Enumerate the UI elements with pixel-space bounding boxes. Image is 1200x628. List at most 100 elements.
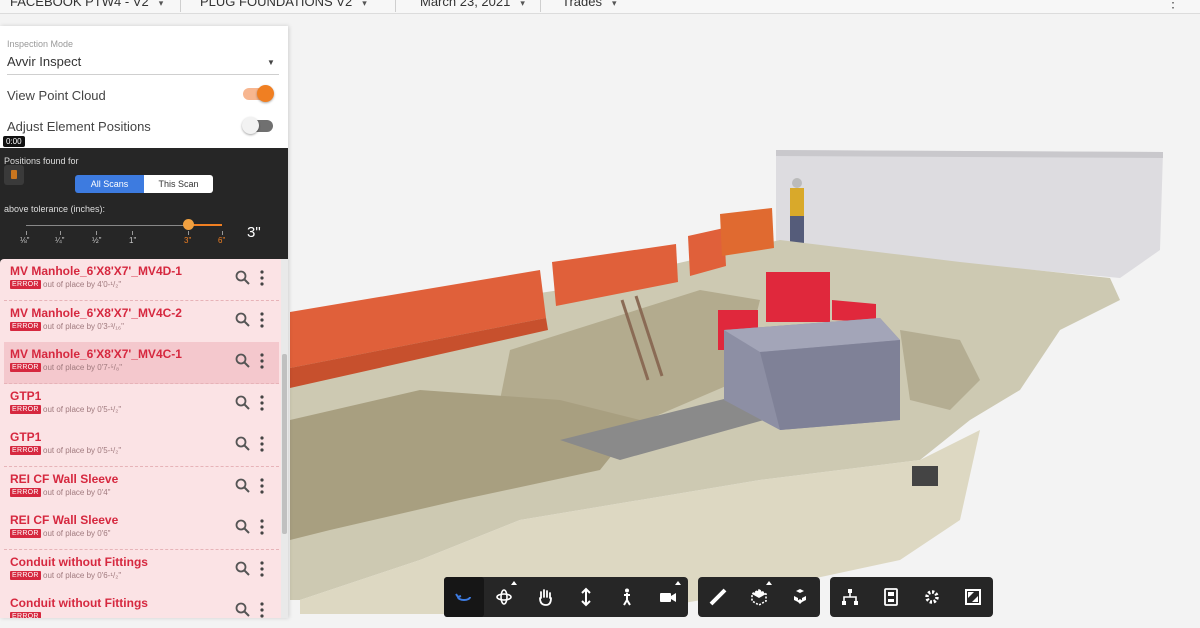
toggle-knob <box>242 117 259 134</box>
tab-all-scans[interactable]: All Scans <box>75 175 144 193</box>
more-vert-icon[interactable] <box>259 311 265 329</box>
element-name: MV Manhole_6'X8'X7'_MV4C-2 <box>10 305 182 320</box>
element-name: Conduit without Fittings <box>10 554 148 569</box>
list-item[interactable]: MV Manhole_6'X8'X7'_MV4C-1 ERROR out of pl… <box>4 342 279 384</box>
timestamp-badge: 0:00 <box>3 136 25 147</box>
tab-this-scan[interactable]: This Scan <box>144 175 213 193</box>
pan-button[interactable] <box>525 577 565 617</box>
zoom-to-icon[interactable] <box>235 602 250 617</box>
section-box-button[interactable] <box>739 577 779 617</box>
date-selector[interactable]: March 23, 2021 ▾ <box>420 0 525 9</box>
element-detail: out of place by 4'0-¹/₂" <box>43 280 122 289</box>
more-vert-icon[interactable] <box>259 394 265 412</box>
measure-button[interactable] <box>698 577 738 617</box>
barrier-right <box>720 208 774 256</box>
list-item[interactable]: MV Manhole_6'X8'X7'_MV4D-1 ERROR out of pl… <box>4 259 279 301</box>
list-item[interactable]: MV Manhole_6'X8'X7'_MV4C-2 ERROR out of pl… <box>4 300 279 343</box>
inspection-mode-select[interactable]: Avvir Inspect <box>7 54 81 69</box>
status-badge: ERROR <box>10 612 41 618</box>
rotate-3d-icon <box>496 589 512 605</box>
slider-tick <box>222 231 223 235</box>
zoom-to-icon[interactable] <box>235 353 250 368</box>
list-item[interactable]: GTP1 ERROR out of place by 0'5-¹/₂" <box>4 425 279 467</box>
tick-label: 3" <box>184 236 192 245</box>
orbit-rotate-button[interactable] <box>444 577 484 617</box>
more-vert-icon[interactable] <box>259 601 265 618</box>
zoom-to-icon[interactable] <box>235 561 250 576</box>
properties-button[interactable] <box>871 577 911 617</box>
explode-button[interactable] <box>780 577 820 617</box>
inspection-mode-label: Inspection Mode <box>7 39 74 49</box>
tick-label: ¼" <box>55 236 65 245</box>
more-vert-icon[interactable] <box>259 435 265 453</box>
model-tree-icon <box>842 589 858 605</box>
list-item[interactable]: GTP1 ERROR out of place by 0'5-¹/₂" <box>4 383 279 426</box>
element-detail: out of place by 0'6-¹/₂" <box>43 570 122 580</box>
element-name: GTP1 <box>10 430 42 444</box>
scrollbar-thumb[interactable] <box>282 354 287 534</box>
status-badge: ERROR <box>10 570 41 580</box>
project-selector[interactable]: FACEBOOK PTW4 - V2 ▾ <box>10 0 163 9</box>
element-detail: out of place by 0'5-¹/₂" <box>43 404 122 414</box>
view-selector[interactable]: Trades ▾ <box>562 0 617 9</box>
element-list: MV Manhole_6'X8'X7'_MV4D-1 ERROR out of pl… <box>0 259 281 618</box>
status-badge: ERROR <box>10 487 41 497</box>
zoom-to-icon[interactable] <box>235 436 250 451</box>
zoom-to-icon[interactable] <box>235 395 250 410</box>
fullscreen-button[interactable] <box>953 577 993 617</box>
list-item[interactable]: REI CF Wall Sleeve ERROR out of place by 0… <box>4 466 279 509</box>
element-name: GTP1 <box>10 388 42 403</box>
view-point-cloud-label: View Point Cloud <box>7 88 106 103</box>
element-detail: out of place by 0'3-³/₁₆" <box>43 321 124 331</box>
properties-icon <box>884 588 898 606</box>
status-badge: ERROR <box>10 529 41 538</box>
status-badge: ERROR <box>10 404 41 414</box>
settings-toolbar <box>830 577 993 617</box>
camera-button[interactable] <box>648 577 688 617</box>
zoom-to-icon[interactable] <box>235 312 250 327</box>
view-point-cloud-toggle[interactable] <box>243 85 274 102</box>
vertical-move-button[interactable] <box>566 577 606 617</box>
zoom-to-icon[interactable] <box>235 519 250 534</box>
adjust-positions-toggle[interactable] <box>242 117 273 134</box>
chevron-down-icon[interactable]: ▼ <box>267 58 275 67</box>
camera-icon <box>660 593 676 602</box>
element-detail: out of place by 0'5-¹/₂" <box>43 446 122 455</box>
divider <box>180 0 181 12</box>
element-name: REI CF Wall Sleeve <box>10 471 119 486</box>
chevron-down-icon: ▾ <box>611 0 617 8</box>
zoom-to-icon[interactable] <box>235 478 250 493</box>
slider-tick <box>26 231 27 235</box>
list-scrollbar[interactable] <box>281 259 288 618</box>
status-badge: ERROR <box>10 321 41 331</box>
model-tree-button[interactable] <box>830 577 870 617</box>
app-logo-icon <box>4 165 24 185</box>
more-vert-icon[interactable] <box>259 560 265 578</box>
zoom-to-icon[interactable] <box>235 270 250 285</box>
pan-hand-icon <box>539 589 552 606</box>
more-vert-icon[interactable] <box>259 352 265 370</box>
settings-button[interactable] <box>912 577 952 617</box>
more-vert-icon[interactable] <box>259 518 265 536</box>
submenu-indicator <box>675 581 681 585</box>
element-name: MV Manhole_6'X8'X7'_MV4D-1 <box>10 264 182 278</box>
settings-gear-icon <box>925 590 939 604</box>
list-item[interactable]: Conduit without Fittings ERROR <box>4 591 279 618</box>
more-vert-icon[interactable]: ⋮ <box>1166 0 1180 11</box>
divider <box>395 0 396 12</box>
more-vert-icon[interactable] <box>259 477 265 495</box>
tolerance-label: above tolerance (inches): <box>4 204 106 214</box>
slider-tick <box>60 231 61 235</box>
explode-cubes-icon <box>794 589 806 604</box>
list-item[interactable]: REI CF Wall Sleeve ERROR out of place by 0… <box>4 508 279 550</box>
more-vert-icon[interactable] <box>259 269 265 287</box>
rotate-3d-button[interactable] <box>484 577 524 617</box>
orbit-rotate-icon <box>455 593 471 601</box>
tolerance-slider-handle[interactable] <box>183 219 194 230</box>
list-item[interactable]: Conduit without Fittings ERROR out of plac… <box>4 549 279 592</box>
debris <box>912 466 938 486</box>
status-badge: ERROR <box>10 363 41 372</box>
area-selector[interactable]: PLUG FOUNDATIONS V2 ▾ <box>200 0 367 9</box>
inspection-panel: Inspection Mode Avvir Inspect ▼ View Poi… <box>0 26 288 618</box>
walk-mode-button[interactable] <box>607 577 647 617</box>
